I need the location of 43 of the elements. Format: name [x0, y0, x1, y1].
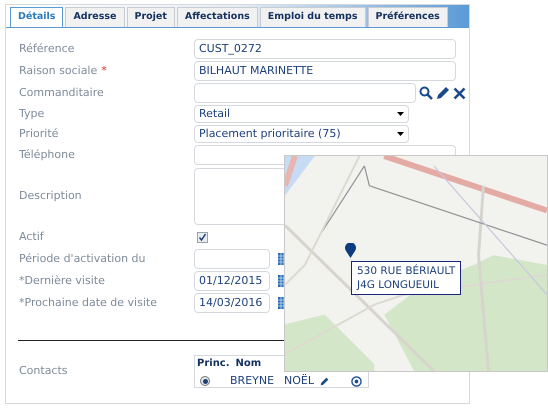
caret-icon — [397, 132, 404, 136]
address-line: J4G LONGUEUIL — [357, 278, 440, 292]
field-label: Description — [19, 188, 82, 204]
address-line: 530 RUE BÉRIAULT — [357, 264, 456, 278]
field-label: Contacts — [19, 363, 69, 380]
pencil-icon[interactable] — [436, 86, 450, 100]
field-label: *Prochaine date de visite — [19, 294, 157, 311]
text-field[interactable]: CUST_0272 — [194, 39, 456, 59]
contact-name: BREYNE — [230, 373, 274, 389]
lookup-field[interactable] — [194, 83, 416, 103]
column-header: Nom — [236, 357, 262, 371]
field-label: Raison sociale — [19, 62, 98, 79]
tab[interactable]: Adresse — [65, 7, 124, 27]
date-field[interactable]: 01/12/2015 — [194, 271, 270, 291]
field-label: Téléphone — [19, 146, 75, 163]
field-label: Actif — [19, 229, 44, 246]
tab[interactable]: Affectations — [176, 7, 258, 27]
map-marker-icon[interactable] — [345, 243, 356, 258]
date-field[interactable]: 14/03/2016 — [194, 293, 270, 313]
required-asterisk: * — [101, 62, 107, 79]
tab[interactable]: Projet — [126, 7, 175, 27]
tab[interactable]: Détails — [10, 7, 64, 27]
caret-icon — [397, 112, 404, 116]
text-field[interactable]: BILHAUT MARINETTE — [194, 61, 456, 81]
field-label: Type — [19, 106, 44, 122]
dropdown[interactable]: Placement prioritaire (75) — [194, 125, 409, 143]
contact-first-name: NOËL — [284, 373, 314, 389]
tab[interactable]: Préférences — [368, 7, 448, 27]
pencil-icon[interactable] — [320, 376, 330, 386]
search-icon[interactable] — [419, 86, 433, 100]
field-label: Priorité — [19, 126, 58, 142]
field-label: *Dernière visite — [19, 272, 105, 289]
close-icon[interactable] — [453, 86, 466, 100]
target-icon[interactable] — [351, 376, 362, 387]
field-label: Période d'activation du — [19, 250, 146, 267]
date-field[interactable] — [194, 249, 270, 269]
dropdown[interactable]: Retail — [194, 105, 409, 123]
column-header: Princ. — [197, 357, 230, 371]
tab[interactable]: Emploi du temps — [260, 7, 366, 27]
field-label: Commanditaire — [19, 84, 104, 101]
field-label: Référence — [19, 40, 74, 57]
radio-button[interactable] — [200, 376, 210, 386]
checkbox[interactable] — [197, 232, 208, 243]
